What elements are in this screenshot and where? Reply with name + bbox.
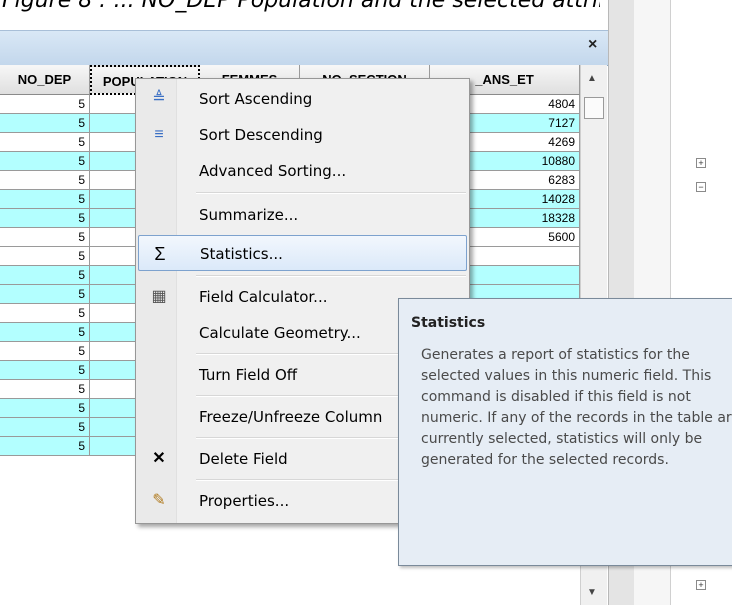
table-cell-no-dep[interactable]: 5 xyxy=(0,380,90,399)
menu-item-label: Advanced Sorting... xyxy=(199,162,347,180)
calculator-icon: ▦ xyxy=(151,288,167,305)
menu-item-label: Freeze/Unfreeze Column xyxy=(199,408,383,426)
table-cell-no-dep[interactable]: 5 xyxy=(0,437,90,456)
table-cell-no-dep[interactable]: 5 xyxy=(0,361,90,380)
table-cell-no-dep[interactable]: 5 xyxy=(0,304,90,323)
menu-item-label: Delete Field xyxy=(199,450,288,468)
delete-icon: ✕ xyxy=(152,450,166,467)
menu-item-advanced-sorting[interactable]: Advanced Sorting... xyxy=(138,153,467,189)
table-cell-no-dep[interactable]: 5 xyxy=(0,323,90,342)
page-caption: Figure 8 : ... NO_DEP Population and the… xyxy=(0,0,600,30)
tooltip-title: Statistics xyxy=(411,315,486,331)
scroll-down-icon[interactable]: ▼ xyxy=(587,587,597,598)
menu-item-label: Properties... xyxy=(199,492,290,510)
table-cell-no-dep[interactable]: 5 xyxy=(0,133,90,152)
table-cell-no-dep[interactable]: 5 xyxy=(0,190,90,209)
scroll-thumb[interactable] xyxy=(584,97,604,119)
table-cell-no-dep[interactable]: 5 xyxy=(0,266,90,285)
close-button[interactable]: × xyxy=(588,36,597,54)
menu-item-summarize[interactable]: Summarize... xyxy=(138,197,467,233)
tooltip-body: Generates a report of statistics for the… xyxy=(421,347,732,468)
menu-item-label: Field Calculator... xyxy=(199,288,328,306)
tree-collapse-icon[interactable]: − xyxy=(696,182,706,192)
properties-icon: ✎ xyxy=(152,492,166,509)
table-cell-no-dep[interactable]: 5 xyxy=(0,209,90,228)
menu-item-statistics[interactable]: Σ Statistics... xyxy=(138,235,467,271)
table-cell-no-dep[interactable]: 5 xyxy=(0,228,90,247)
statistics-tooltip: Statistics Generates a report of statist… xyxy=(398,298,732,566)
menu-separator xyxy=(196,192,466,194)
menu-item-label: Summarize... xyxy=(199,206,299,224)
menu-item-label: Turn Field Off xyxy=(199,366,298,384)
tree-expand-icon[interactable]: + xyxy=(696,580,706,590)
column-header-no-dep[interactable]: NO_DEP xyxy=(0,65,90,95)
table-cell-no-dep[interactable]: 5 xyxy=(0,152,90,171)
sigma-icon: Σ xyxy=(154,244,166,264)
table-cell-no-dep[interactable]: 5 xyxy=(0,418,90,437)
table-cell-no-dep[interactable]: 5 xyxy=(0,95,90,114)
sort-ascending-icon: ≜ xyxy=(152,90,166,107)
menu-separator xyxy=(196,275,466,277)
table-cell-no-dep[interactable]: 5 xyxy=(0,114,90,133)
menu-item-label: Sort Descending xyxy=(199,126,323,144)
table-cell-no-dep[interactable]: 5 xyxy=(0,285,90,304)
menu-item-label: Calculate Geometry... xyxy=(199,324,361,342)
menu-item-label: Sort Ascending xyxy=(199,90,313,108)
table-cell-no-dep[interactable]: 5 xyxy=(0,342,90,361)
tree-expand-icon[interactable]: + xyxy=(696,158,706,168)
table-cell-no-dep[interactable]: 5 xyxy=(0,399,90,418)
scroll-up-icon[interactable]: ▲ xyxy=(587,73,597,84)
menu-item-sort-descending[interactable]: ≡ Sort Descending xyxy=(138,117,467,153)
menu-item-sort-ascending[interactable]: ≜ Sort Ascending xyxy=(138,81,467,117)
table-cell-no-dep[interactable]: 5 xyxy=(0,247,90,266)
sort-descending-icon: ≡ xyxy=(154,126,164,143)
table-cell-no-dep[interactable]: 5 xyxy=(0,171,90,190)
menu-item-label: Statistics... xyxy=(200,245,283,263)
table-window-titlebar xyxy=(0,30,608,66)
